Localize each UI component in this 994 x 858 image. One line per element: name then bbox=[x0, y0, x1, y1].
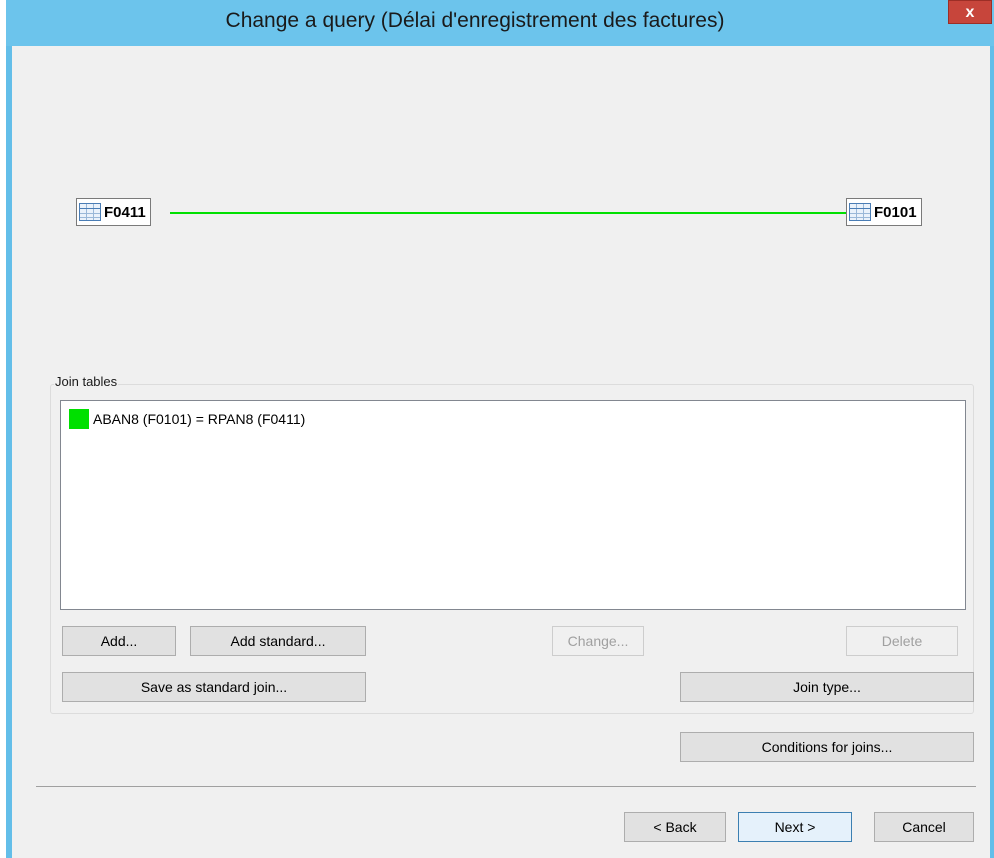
list-item[interactable]: ABAN8 (F0101) = RPAN8 (F0411) bbox=[69, 409, 305, 429]
conditions-for-joins-button[interactable]: Conditions for joins... bbox=[680, 732, 974, 762]
dialog-window: Change a query (Délai d'enregistrement d… bbox=[6, 0, 994, 858]
save-as-standard-join-button[interactable]: Save as standard join... bbox=[62, 672, 366, 702]
change-button[interactable]: Change... bbox=[552, 626, 644, 656]
join-condition-text: ABAN8 (F0101) = RPAN8 (F0411) bbox=[93, 411, 306, 427]
join-tables-label: Join tables bbox=[54, 374, 119, 389]
next-button[interactable]: Next > bbox=[738, 812, 852, 842]
add-button[interactable]: Add... bbox=[62, 626, 176, 656]
back-button[interactable]: < Back bbox=[624, 812, 726, 842]
dialog-client-area: F0411 F0101 Join tables ABAN8 (F0101) = … bbox=[12, 46, 990, 858]
delete-button[interactable]: Delete bbox=[846, 626, 958, 656]
table-node-f0101[interactable]: F0101 bbox=[846, 198, 922, 226]
close-button[interactable]: x bbox=[948, 0, 992, 24]
join-tables-list[interactable]: ABAN8 (F0101) = RPAN8 (F0411) bbox=[60, 400, 966, 610]
join-line[interactable] bbox=[170, 212, 847, 214]
join-type-button[interactable]: Join type... bbox=[680, 672, 974, 702]
table-node-label: F0101 bbox=[874, 203, 917, 221]
table-node-label: F0411 bbox=[104, 203, 146, 221]
title-bar: Change a query (Délai d'enregistrement d… bbox=[6, 0, 994, 46]
add-standard-button[interactable]: Add standard... bbox=[190, 626, 366, 656]
table-node-f0411[interactable]: F0411 bbox=[76, 198, 151, 226]
join-color-swatch bbox=[69, 409, 89, 429]
window-title: Change a query (Délai d'enregistrement d… bbox=[225, 9, 725, 32]
cancel-button[interactable]: Cancel bbox=[874, 812, 974, 842]
table-icon bbox=[849, 203, 871, 221]
table-icon bbox=[79, 203, 101, 221]
separator bbox=[36, 786, 976, 787]
